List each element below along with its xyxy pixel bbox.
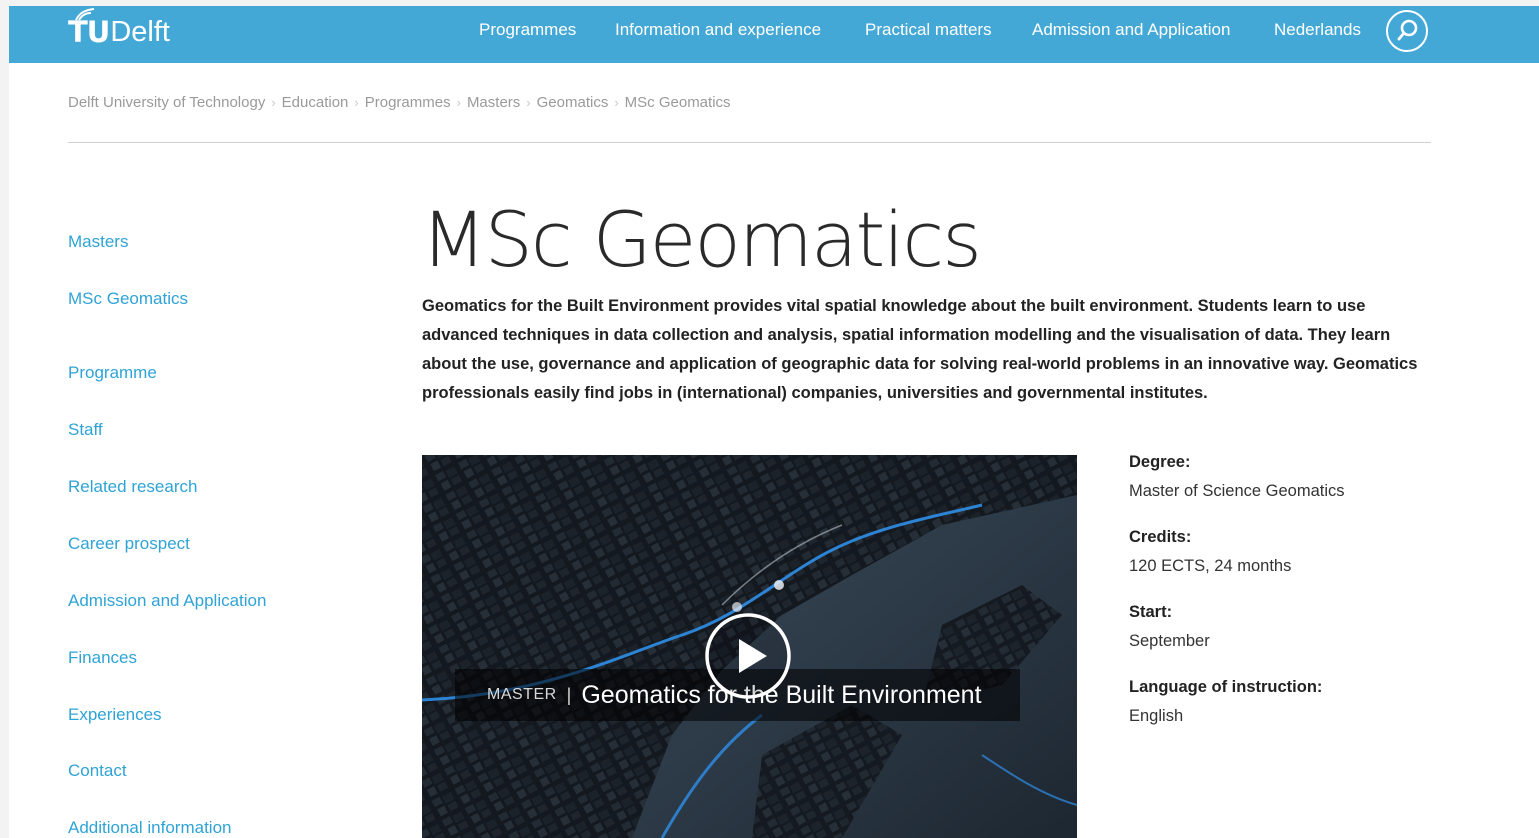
sidebar-item-admission-and-application[interactable]: Admission and Application: [68, 591, 266, 611]
chevron-right-icon: ›: [456, 95, 461, 110]
tudelft-logo[interactable]: TU Delft: [68, 8, 170, 50]
flame-icon: [75, 8, 95, 21]
sidebar-item-staff[interactable]: Staff: [68, 420, 103, 440]
sidebar-item-experiences[interactable]: Experiences: [68, 705, 162, 725]
intro-paragraph: Geomatics for the Built Environment prov…: [422, 297, 1418, 402]
sidebar-item-career-prospect[interactable]: Career prospect: [68, 534, 190, 554]
video-player[interactable]: MASTER | Geomatics for the Built Environ…: [422, 455, 1077, 838]
start-label: Start:: [1129, 603, 1173, 621]
credits-value: 120 ECTS, 24 months: [1129, 557, 1292, 575]
sidebar-item-msc-geomatics[interactable]: MSc Geomatics: [68, 289, 188, 309]
sidebar-item-masters[interactable]: Masters: [68, 232, 128, 252]
top-navigation-bar: TU Delft Programmes Information and expe…: [9, 6, 1539, 63]
nav-nederlands[interactable]: Nederlands: [1274, 20, 1361, 40]
nav-programmes[interactable]: Programmes: [479, 20, 576, 40]
nav-practical-matters[interactable]: Practical matters: [865, 20, 992, 40]
video-caption-separator: |: [566, 684, 572, 705]
breadcrumb-education[interactable]: Education: [282, 94, 349, 111]
sidebar-item-contact[interactable]: Contact: [68, 761, 127, 781]
logo-delft: Delft: [110, 16, 170, 48]
degree-value: Master of Science Geomatics: [1129, 482, 1345, 500]
sidebar-item-programme[interactable]: Programme: [68, 363, 157, 383]
language-value: English: [1129, 707, 1184, 725]
page: TU Delft Programmes Information and expe…: [9, 6, 1539, 838]
breadcrumb: Delft University of Technology › Educati…: [68, 94, 731, 111]
search-icon: [1397, 19, 1418, 41]
nav-information-and-experience[interactable]: Information and experience: [615, 20, 821, 40]
nav-admission-and-application[interactable]: Admission and Application: [1032, 20, 1230, 40]
page-title: MSc Geomatics: [421, 195, 982, 284]
degree-label: Degree:: [1129, 453, 1191, 471]
divider: [68, 142, 1431, 143]
breadcrumb-current: MSc Geomatics: [624, 94, 731, 111]
breadcrumb-geomatics[interactable]: Geomatics: [537, 94, 609, 111]
sidebar-item-finances[interactable]: Finances: [68, 648, 137, 668]
language-label: Language of instruction:: [1129, 678, 1323, 696]
sidebar-item-related-research[interactable]: Related research: [68, 477, 197, 497]
credits-label: Credits:: [1129, 528, 1192, 546]
breadcrumb-programmes[interactable]: Programmes: [365, 94, 451, 111]
video-kind: MASTER: [487, 686, 557, 703]
breadcrumb-masters[interactable]: Masters: [467, 94, 520, 111]
chevron-right-icon: ›: [271, 95, 276, 110]
breadcrumb-tu-delft[interactable]: Delft University of Technology: [68, 94, 265, 111]
start-value: September: [1129, 632, 1210, 650]
sidebar-item-additional-information[interactable]: Additional information: [68, 818, 231, 838]
chevron-right-icon: ›: [526, 95, 531, 110]
chevron-right-icon: ›: [614, 95, 619, 110]
chevron-right-icon: ›: [354, 95, 359, 110]
play-icon[interactable]: [704, 612, 792, 700]
search-button[interactable]: [1386, 10, 1428, 52]
